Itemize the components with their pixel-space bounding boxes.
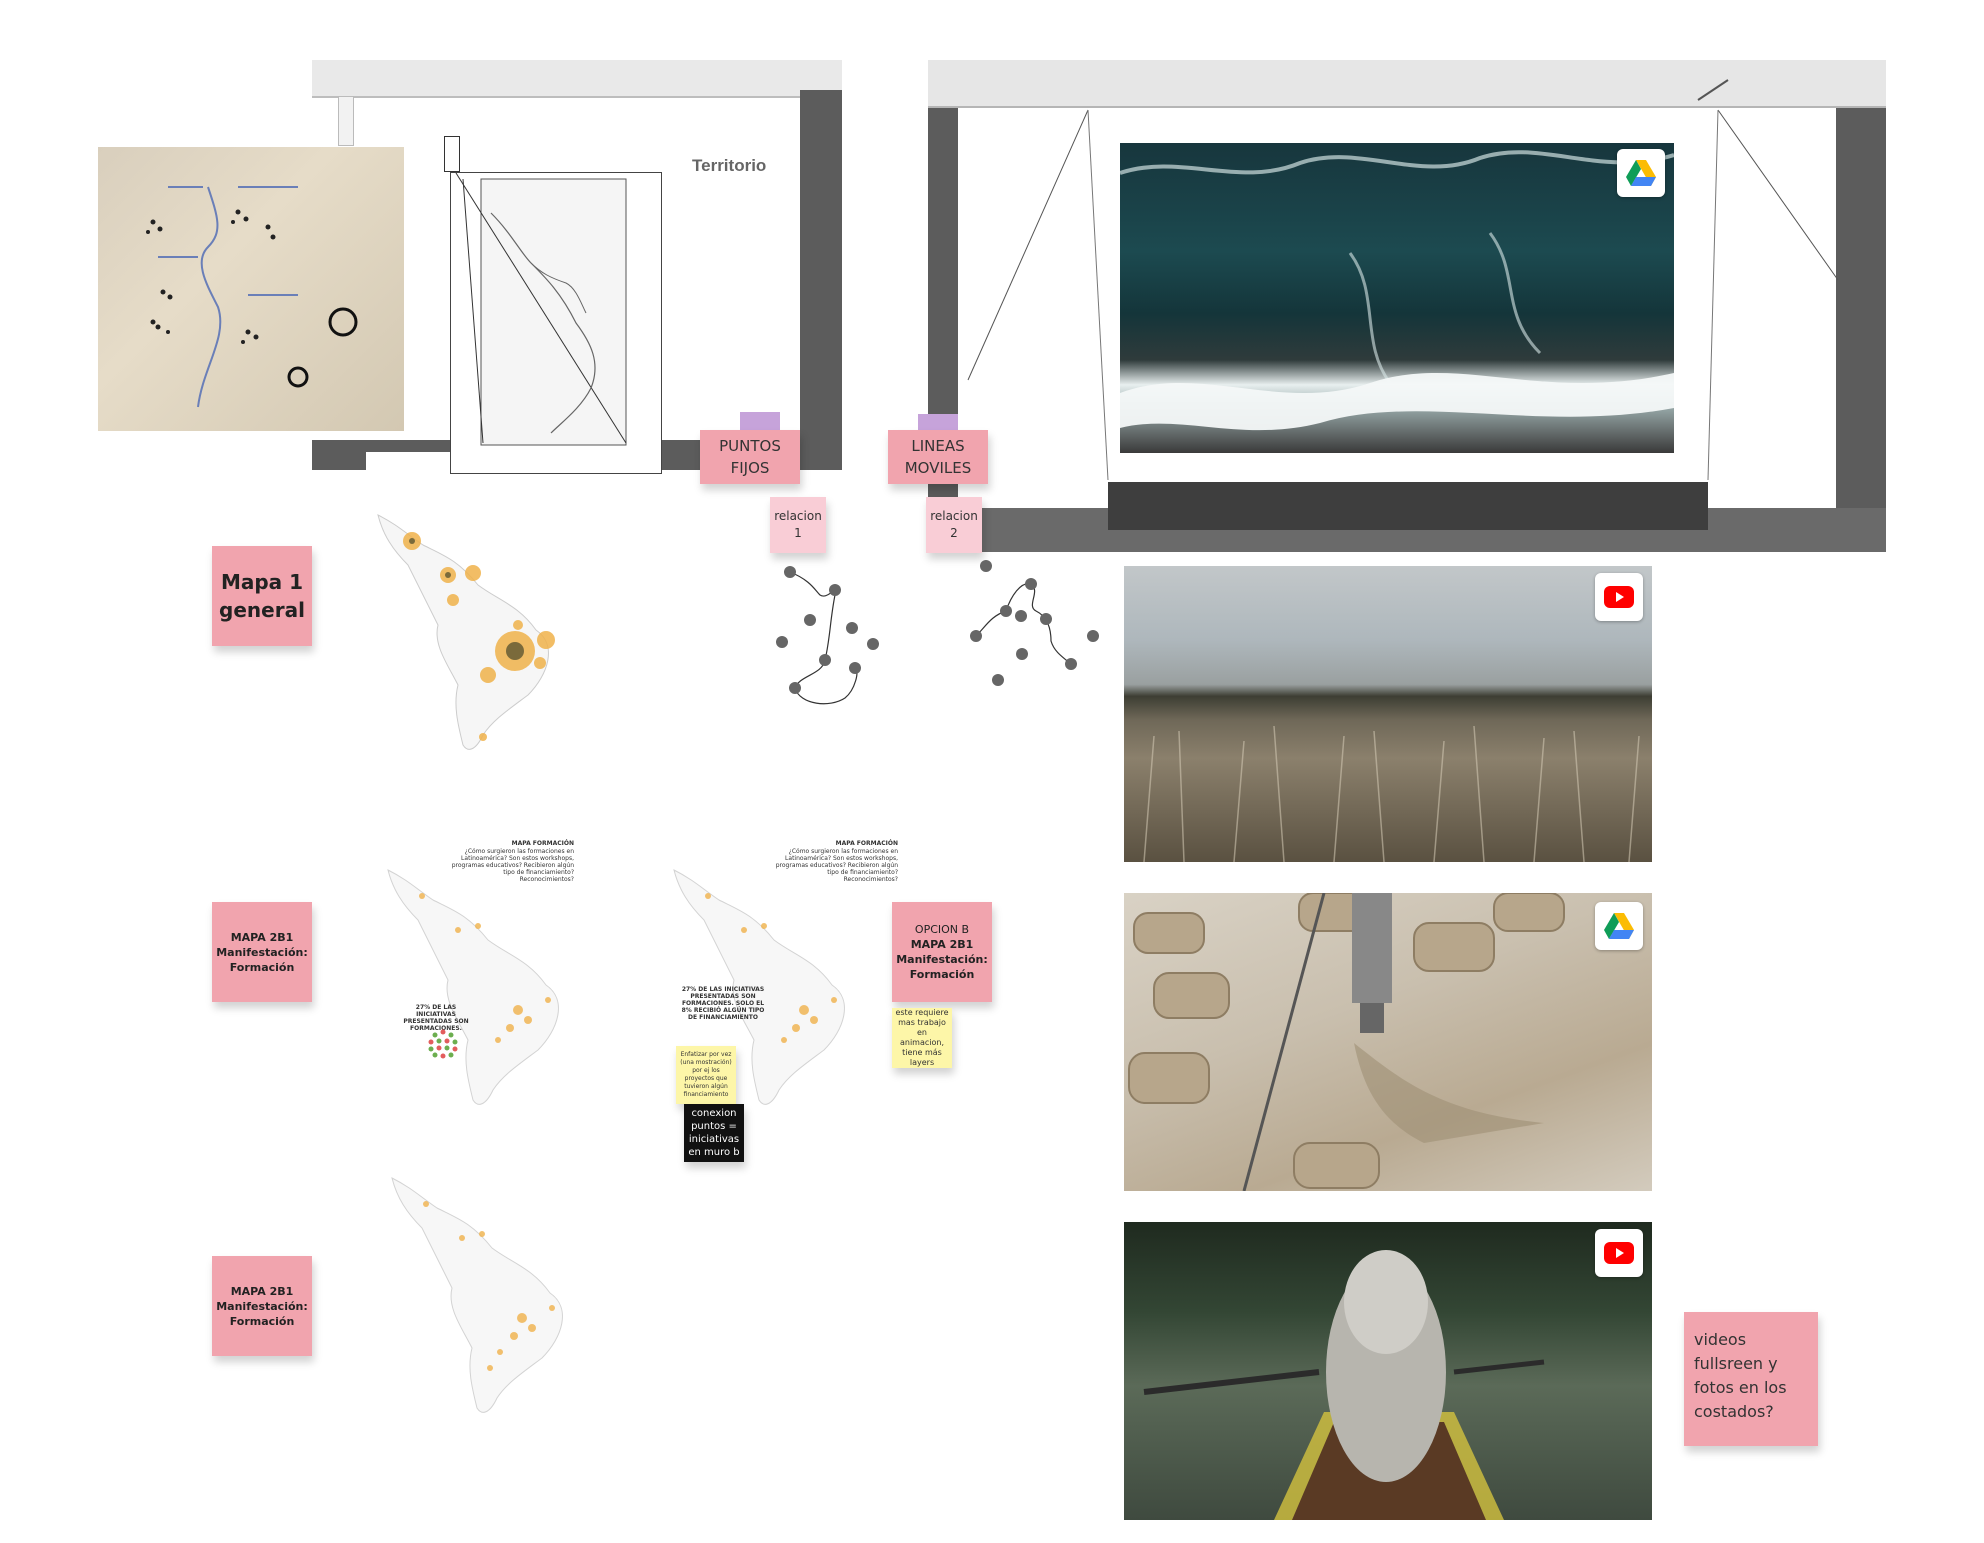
room-ceiling (312, 60, 842, 98)
map-2-title: MAPA FORMACIÓN (511, 840, 574, 847)
formacion-dot-cluster (428, 1029, 458, 1059)
room-pillar (338, 96, 354, 146)
sticky-lineas-moviles[interactable]: LINEAS MOVILES (888, 430, 988, 484)
sketch-drawing (146, 186, 358, 408)
sticky-animacion[interactable]: este requiere mas trabajo en animacion, … (892, 1008, 952, 1068)
printed-blocks (1128, 893, 1565, 1191)
map-2b-title: MAPA FORMACIÓN (835, 840, 898, 847)
sticky-mapa-2b1-a[interactable]: MAPA 2B1 Manifestación: Formación (212, 902, 312, 1002)
video-grassland[interactable] (1124, 566, 1652, 862)
grass-strokes (1143, 725, 1640, 862)
sticky-opcion-b[interactable]: OPCION B MAPA 2B1 Manifestación: Formaci… (892, 902, 992, 1002)
node-diagram-moving-lines (970, 560, 1099, 686)
video-river-canoe[interactable] (1124, 1222, 1652, 1520)
map-1-general (377, 514, 555, 750)
node-diagram-fixed-points (776, 566, 879, 705)
canoe-scene (1143, 1250, 1545, 1520)
youtube-icon[interactable] (1595, 573, 1643, 621)
projected-map-sketch (455, 172, 627, 446)
sticky-relacion-1[interactable]: relacion 1 (770, 497, 826, 553)
ocean-video[interactable] (1120, 143, 1674, 453)
sticky-relacion-2[interactable]: relacion 2 (926, 497, 982, 553)
projection-wall (450, 172, 662, 474)
sticky-videos-fullscreen[interactable]: videos fullsreen y fotos en los costados… (1684, 1312, 1818, 1446)
room-right-wall (800, 90, 842, 468)
google-drive-icon-2[interactable] (1595, 902, 1643, 950)
youtube-icon-2[interactable] (1595, 1229, 1643, 1277)
territorio-label: Territorio (692, 156, 767, 175)
sticky-conexion-puntos[interactable]: conexion puntos = iniciativas en muro b (684, 1104, 744, 1162)
sticky-enfatizar[interactable]: Enfatizar por vez (una mostración) por e… (676, 1046, 736, 1104)
sketch-photo (98, 147, 404, 431)
map-3-formacion (391, 1177, 563, 1413)
projector-icon (444, 136, 460, 172)
video-3d-printing[interactable] (1124, 893, 1652, 1191)
opcion-b-map-label: MAPA 2B1 Manifestación: Formación (896, 938, 988, 981)
google-drive-icon[interactable] (1617, 149, 1665, 197)
ocean-waves (1120, 150, 1674, 431)
sticky-mapa-2b1-b[interactable]: MAPA 2B1 Manifestación: Formación (212, 1256, 312, 1356)
map-2b-stat: 27% DE LAS INICIATIVAS PRESENTADAS SON F… (681, 986, 765, 1021)
opcion-b-label: OPCION B (914, 923, 970, 936)
sticky-mapa-1-general[interactable]: Mapa 1 general (212, 546, 312, 646)
sticky-puntos-fijos[interactable]: PUNTOS FIJOS (700, 430, 800, 484)
map-2-formacion (387, 869, 559, 1105)
